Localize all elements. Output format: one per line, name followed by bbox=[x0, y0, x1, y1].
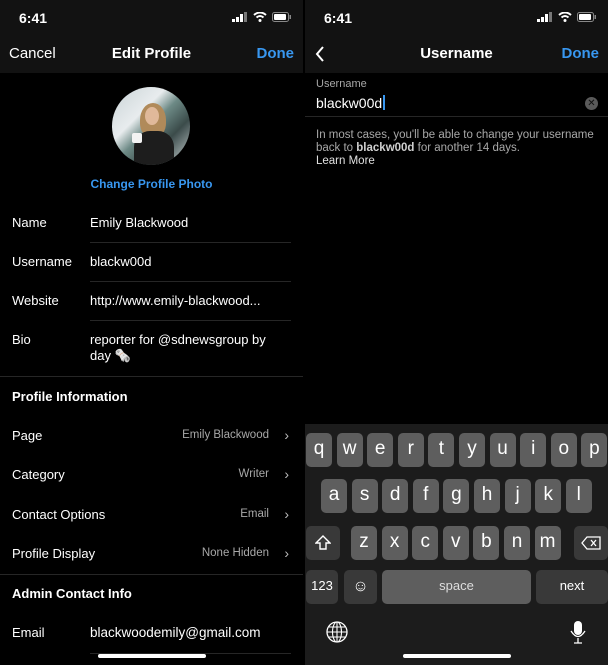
emoji-key[interactable]: ☺ bbox=[344, 570, 377, 604]
key-o[interactable]: o bbox=[550, 433, 577, 467]
done-button[interactable]: Done bbox=[562, 45, 600, 62]
emoji-icon: ☺ bbox=[352, 578, 369, 595]
contact-options-label: Contact Options bbox=[12, 507, 106, 522]
category-value: Writer bbox=[238, 468, 269, 480]
globe-icon[interactable] bbox=[326, 621, 348, 643]
battery-icon bbox=[272, 12, 291, 22]
clear-icon[interactable]: ✕ bbox=[585, 97, 598, 110]
chevron-right-icon: › bbox=[284, 466, 289, 482]
status-bar: 6:41 bbox=[305, 0, 608, 36]
wifi-icon bbox=[558, 12, 572, 22]
key-y[interactable]: y bbox=[459, 433, 485, 467]
key-u[interactable]: u bbox=[489, 433, 516, 467]
keyboard: qwertyuiop asdfghjkl zxcvbnm 123 ☺ space n… bbox=[305, 424, 608, 665]
status-bar: 6:41 bbox=[0, 0, 303, 36]
status-icons bbox=[232, 12, 292, 22]
username-input-text: blackw00d bbox=[316, 95, 383, 111]
page-label: Page bbox=[12, 428, 43, 443]
signal-icon bbox=[537, 12, 552, 22]
website-input[interactable]: http://www.emily-blackwood... bbox=[90, 293, 291, 308]
status-icons bbox=[537, 12, 597, 22]
key-b[interactable]: b bbox=[473, 526, 500, 560]
delete-key[interactable] bbox=[574, 526, 608, 560]
email-input[interactable]: blackwoodemily@gmail.com bbox=[90, 625, 291, 640]
website-label: Website bbox=[12, 293, 59, 308]
key-x[interactable]: x bbox=[381, 526, 408, 560]
contact-options-value: Email bbox=[240, 508, 269, 520]
chevron-right-icon: › bbox=[284, 506, 289, 522]
hint-text-end: for another 14 days. bbox=[414, 142, 520, 154]
key-s[interactable]: s bbox=[351, 479, 378, 513]
key-h[interactable]: h bbox=[474, 479, 500, 513]
signal-icon bbox=[232, 12, 247, 22]
chevron-right-icon: › bbox=[284, 427, 289, 443]
username-hint: In most cases, you'll be able to change … bbox=[316, 129, 598, 168]
backspace-icon bbox=[581, 536, 601, 550]
profile-photo[interactable] bbox=[112, 87, 190, 165]
key-d[interactable]: d bbox=[382, 479, 409, 513]
admin-contact-heading: Admin Contact Info bbox=[12, 586, 132, 601]
key-l[interactable]: l bbox=[565, 479, 592, 513]
key-q[interactable]: q bbox=[306, 433, 332, 467]
key-j[interactable]: j bbox=[504, 479, 531, 513]
username-field-label: Username bbox=[316, 78, 367, 90]
key-t[interactable]: t bbox=[428, 433, 455, 467]
change-profile-photo-link[interactable]: Change Profile Photo bbox=[0, 177, 303, 191]
done-button[interactable]: Done bbox=[257, 45, 295, 62]
key-r[interactable]: r bbox=[397, 433, 424, 467]
key-i[interactable]: i bbox=[520, 433, 547, 467]
key-a[interactable]: a bbox=[321, 479, 347, 513]
numbers-key[interactable]: 123 bbox=[306, 570, 338, 604]
profile-display-label: Profile Display bbox=[12, 546, 96, 561]
nav-bar: Username Done bbox=[305, 36, 608, 73]
profile-display-value: None Hidden bbox=[201, 547, 269, 559]
key-v[interactable]: v bbox=[442, 526, 469, 560]
key-z[interactable]: z bbox=[351, 526, 377, 560]
hint-username: blackw00d bbox=[356, 142, 415, 154]
key-n[interactable]: n bbox=[504, 526, 530, 560]
username-screen: 6:41 Username Done Username blackw00d ✕ … bbox=[305, 0, 608, 665]
key-p[interactable]: p bbox=[581, 433, 608, 467]
bio-input[interactable]: reporter for @sdnewsgroup by day 🗞️ bbox=[90, 332, 285, 364]
key-m[interactable]: m bbox=[534, 526, 561, 560]
username-input[interactable]: blackw00d bbox=[316, 95, 386, 111]
key-w[interactable]: w bbox=[336, 433, 363, 467]
next-key[interactable]: next bbox=[536, 570, 608, 604]
category-label: Category bbox=[12, 467, 65, 482]
key-g[interactable]: g bbox=[443, 479, 470, 513]
username-label: Username bbox=[12, 254, 72, 269]
learn-more-link[interactable]: Learn More bbox=[316, 155, 598, 168]
key-e[interactable]: e bbox=[367, 433, 394, 467]
shift-key[interactable] bbox=[306, 526, 340, 560]
home-indicator bbox=[98, 654, 206, 658]
battery-icon bbox=[577, 12, 596, 22]
divider bbox=[0, 376, 303, 377]
nav-bar: Cancel Edit Profile Done bbox=[0, 36, 303, 73]
text-caret bbox=[383, 95, 386, 110]
wifi-icon bbox=[253, 12, 267, 22]
space-key[interactable]: space bbox=[382, 570, 531, 604]
key-f[interactable]: f bbox=[412, 479, 439, 513]
profile-information-heading: Profile Information bbox=[12, 389, 128, 404]
page-value: Emily Blackwood bbox=[182, 429, 269, 441]
email-label: Email bbox=[12, 625, 45, 640]
bio-field[interactable]: Bio reporter for @sdnewsgroup by day 🗞️ bbox=[0, 332, 303, 372]
divider bbox=[0, 574, 303, 575]
bio-label: Bio bbox=[12, 332, 31, 347]
microphone-icon[interactable] bbox=[570, 620, 586, 644]
username-input[interactable]: blackw00d bbox=[90, 254, 291, 269]
home-indicator bbox=[403, 654, 511, 658]
edit-profile-screen: 6:41 Cancel Edit Profile Done Change Pro… bbox=[0, 0, 303, 665]
status-time: 6:41 bbox=[19, 10, 48, 26]
name-input[interactable]: Emily Blackwood bbox=[90, 215, 291, 230]
key-k[interactable]: k bbox=[535, 479, 562, 513]
status-time: 6:41 bbox=[324, 10, 353, 26]
shift-icon bbox=[314, 535, 332, 550]
divider bbox=[305, 116, 608, 117]
key-c[interactable]: c bbox=[412, 526, 439, 560]
name-label: Name bbox=[12, 215, 47, 230]
chevron-right-icon: › bbox=[284, 545, 289, 561]
